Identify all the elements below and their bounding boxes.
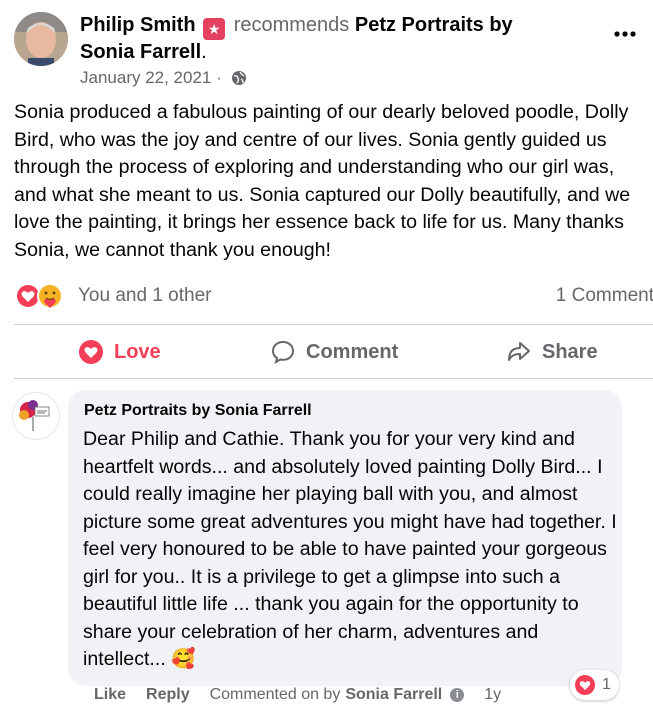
author-line-suffix: . xyxy=(201,41,207,63)
comment-text-block: Dear Philip and Cathie. Thank you for yo… xyxy=(83,426,618,674)
share-button-label: Share xyxy=(542,340,598,363)
comment-button[interactable]: Comment xyxy=(270,330,398,374)
commented-on-by-label: Commented on by xyxy=(209,686,341,703)
share-button[interactable]: Share xyxy=(506,330,598,374)
love-button[interactable]: Love xyxy=(78,330,161,374)
comment-button-label: Comment xyxy=(306,340,399,363)
comment-bubble: Petz Portraits by Sonia Farrell Dear Phi… xyxy=(68,390,622,686)
reaction-icons[interactable] xyxy=(14,282,68,310)
share-icon xyxy=(508,342,530,361)
post-author-line: Philip Smith ★ recommends Petz Portraits… xyxy=(80,13,570,65)
globe-icon xyxy=(231,70,247,91)
author-avatar[interactable] xyxy=(14,12,68,66)
more-options-icon[interactable] xyxy=(611,24,639,44)
commented-by-name[interactable]: Sonia Farrell xyxy=(345,686,442,704)
love-button-label: Love xyxy=(114,340,161,363)
divider-top xyxy=(14,324,653,325)
comments-count[interactable]: 1 Comment xyxy=(556,285,653,307)
comment-like-link[interactable]: Like xyxy=(94,686,126,704)
info-icon[interactable]: i xyxy=(450,688,465,702)
post-body-text: Sonia produced a fabulous painting of ou… xyxy=(14,101,631,261)
post-author-name[interactable]: Philip Smith xyxy=(80,14,196,36)
date-separator: · xyxy=(216,68,222,87)
love-icon xyxy=(79,340,103,364)
comment-text: Dear Philip and Cathie. Thank you for yo… xyxy=(83,428,617,670)
comment-actions: Like Reply Commented on by Sonia Farrell… xyxy=(94,686,501,704)
comment-icon xyxy=(271,340,295,364)
comment-reaction-count: 1 xyxy=(602,676,611,693)
comment-reply-link[interactable]: Reply xyxy=(146,686,190,704)
post-date[interactable]: January 22, 2021 xyxy=(80,68,211,87)
recommends-verb: recommends xyxy=(233,14,350,36)
comment-reaction-badge[interactable]: 1 xyxy=(570,670,619,700)
divider-bottom xyxy=(14,378,653,379)
reactions-summary: You and 1 other 1 Comment xyxy=(14,280,653,312)
post-date-line: January 22, 2021 · xyxy=(80,68,247,91)
love-reaction-icon xyxy=(575,675,595,695)
reactions-count-text[interactable]: You and 1 other xyxy=(78,285,211,307)
recommend-icon: ★ xyxy=(203,18,226,40)
post-header: Philip Smith ★ recommends Petz Portraits… xyxy=(14,10,639,90)
commenter-avatar[interactable] xyxy=(12,392,60,440)
comment-author[interactable]: Petz Portraits by Sonia Farrell xyxy=(84,402,312,420)
comment-age[interactable]: 1y xyxy=(484,686,501,704)
smiling-hearts-emoji-icon: 🥰 xyxy=(171,648,196,670)
